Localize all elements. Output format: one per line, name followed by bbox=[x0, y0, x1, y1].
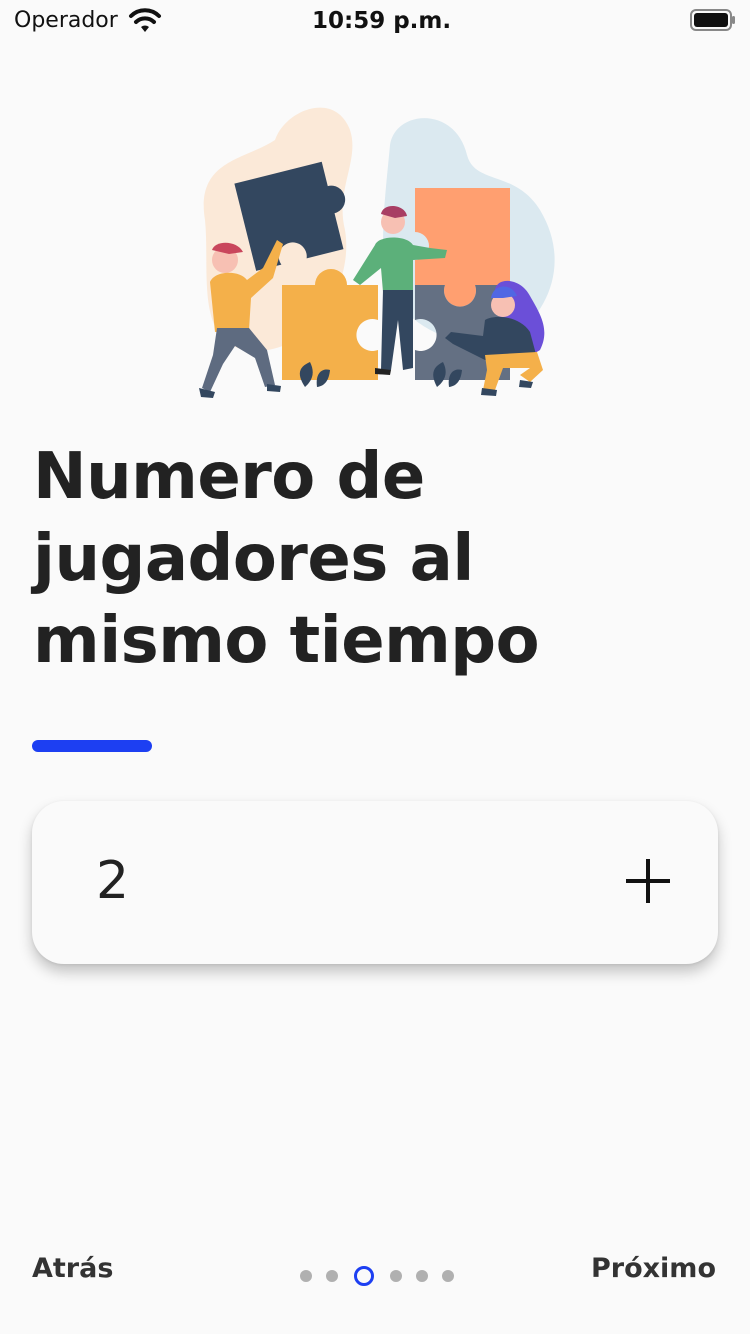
page-dot-5 bbox=[416, 1270, 428, 1282]
battery-icon bbox=[690, 9, 735, 31]
page-dot-6 bbox=[442, 1270, 454, 1282]
player-count-value: 2 bbox=[96, 851, 130, 911]
player-count-stepper: 2 bbox=[32, 801, 718, 964]
next-button[interactable]: Próximo bbox=[591, 1253, 716, 1284]
increment-button[interactable] bbox=[618, 851, 678, 911]
page-title: Numero de jugadores al mismo tiempo bbox=[33, 440, 540, 678]
page-indicator bbox=[300, 1265, 468, 1287]
carrier-label: Operador bbox=[14, 8, 118, 33]
puzzle-team-illustration bbox=[199, 107, 555, 398]
wifi-icon bbox=[129, 8, 161, 32]
title-underline bbox=[32, 740, 152, 752]
page-dot-4 bbox=[390, 1270, 402, 1282]
status-bar: Operador 10:59 p.m. bbox=[0, 0, 750, 40]
back-button[interactable]: Atrás bbox=[32, 1253, 113, 1284]
page-dot-2 bbox=[326, 1270, 338, 1282]
clock: 10:59 p.m. bbox=[312, 8, 452, 34]
page-dot-3-current bbox=[354, 1266, 374, 1286]
page-dot-1 bbox=[300, 1270, 312, 1282]
